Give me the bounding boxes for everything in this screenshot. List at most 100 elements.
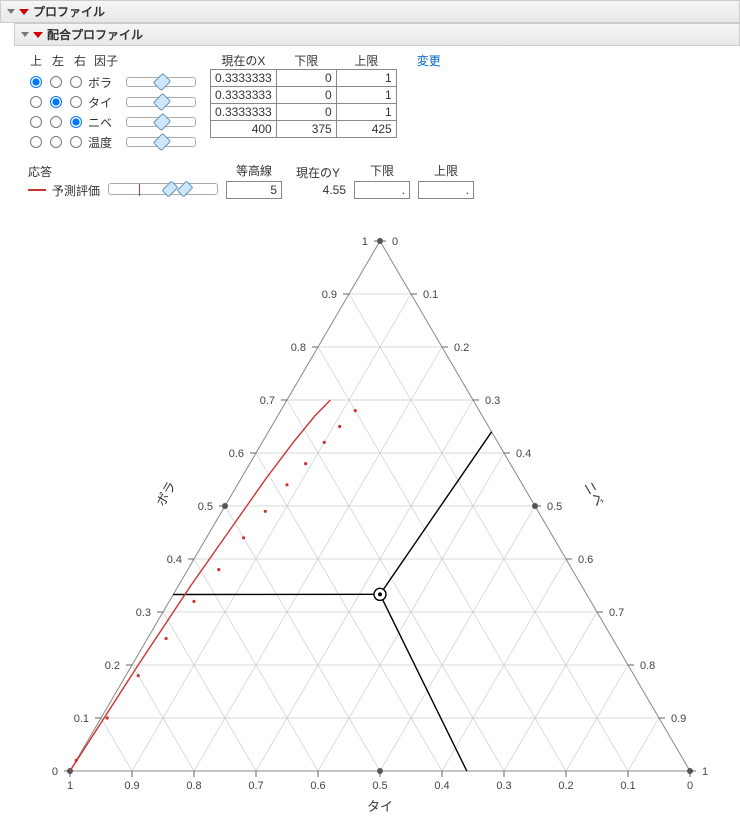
factor-row: ボラ [28, 72, 196, 92]
th-lower: 下限 [276, 52, 336, 70]
col-top: 上 [28, 52, 44, 69]
radio-top[interactable] [30, 116, 42, 128]
radio-left[interactable] [50, 116, 62, 128]
cell-lower[interactable]: 0 [276, 87, 336, 104]
cell-currentx[interactable]: 400 [211, 121, 277, 138]
svg-text:0.6: 0.6 [229, 448, 244, 460]
svg-text:タイ: タイ [367, 799, 393, 814]
cell-currentx[interactable]: 0.3333333 [211, 87, 277, 104]
svg-text:0.9: 0.9 [322, 289, 337, 301]
disclosure-icon[interactable] [7, 9, 15, 14]
svg-text:ニベ: ニベ [581, 479, 607, 509]
svg-text:0.6: 0.6 [578, 554, 593, 566]
response-header: 応答 [28, 163, 80, 180]
factor-row: タイ [28, 92, 196, 112]
radio-top[interactable] [30, 96, 42, 108]
svg-text:0.4: 0.4 [434, 780, 449, 792]
svg-text:0: 0 [392, 236, 398, 248]
resp-upper-input[interactable]: . [418, 181, 474, 199]
table-row: 0.333333301 [211, 70, 397, 87]
radio-right[interactable] [70, 116, 82, 128]
change-link[interactable]: 変更 [417, 52, 441, 69]
currenty-label: 現在のY [296, 164, 340, 181]
table-row: 0.333333301 [211, 87, 397, 104]
svg-text:0.5: 0.5 [372, 780, 387, 792]
response-row: 応答 予測評価 . 等高線 5 現在のY 4.55 下限 . 上限 . [0, 158, 740, 203]
ternary-svg: 00.10.20.30.40.50.60.70.80.9100.10.20.30… [10, 211, 730, 821]
profile-panel-header[interactable]: プロファイル [0, 0, 740, 23]
cell-upper[interactable]: 1 [336, 87, 396, 104]
factor-slider[interactable] [126, 117, 196, 127]
factor-slider[interactable] [126, 137, 196, 147]
radio-left[interactable] [50, 76, 62, 88]
resp-lower-label: 下限 [370, 162, 394, 179]
cell-lower[interactable]: 0 [276, 70, 336, 87]
factor-row: ニベ [28, 112, 196, 132]
radio-right[interactable] [70, 136, 82, 148]
factor-name: 温度 [88, 134, 122, 151]
response-slider[interactable] [108, 183, 218, 195]
cell-upper[interactable]: 1 [336, 104, 396, 121]
factor-controls: 上 左 右 因子 ボラタイニベ温度 現在のX 下限 上限 0.333333301… [0, 46, 740, 158]
svg-text:0.3: 0.3 [496, 780, 511, 792]
svg-text:0.1: 0.1 [74, 713, 89, 725]
svg-text:1: 1 [67, 780, 73, 792]
currenty-value: 4.55 [290, 183, 346, 197]
response-swatch-icon [28, 189, 46, 191]
svg-text:0: 0 [687, 780, 693, 792]
svg-text:1: 1 [702, 766, 708, 778]
cell-lower[interactable]: 375 [276, 121, 336, 138]
table-row: 400375425 [211, 121, 397, 138]
svg-text:0.7: 0.7 [260, 395, 275, 407]
menu-triangle-icon[interactable] [19, 9, 29, 15]
svg-text:0.8: 0.8 [186, 780, 201, 792]
svg-text:0: 0 [52, 766, 58, 778]
svg-text:0.8: 0.8 [640, 660, 655, 672]
radio-top[interactable] [30, 136, 42, 148]
disclosure-icon[interactable] [21, 32, 29, 37]
factor-radio-column: 上 左 右 因子 ボラタイニベ温度 [28, 52, 196, 152]
svg-text:0.4: 0.4 [167, 554, 182, 566]
table-row: 0.333333301 [211, 104, 397, 121]
cell-currentx[interactable]: 0.3333333 [211, 70, 277, 87]
contour-input[interactable]: 5 [226, 181, 282, 199]
factor-name: ボラ [88, 74, 122, 91]
svg-text:0.6: 0.6 [310, 780, 325, 792]
svg-text:ボラ: ボラ [153, 479, 179, 509]
cell-lower[interactable]: 0 [276, 104, 336, 121]
factor-slider[interactable] [126, 77, 196, 87]
radio-right[interactable] [70, 96, 82, 108]
svg-text:0.3: 0.3 [136, 607, 151, 619]
factor-value-table: 現在のX 下限 上限 0.3333333010.3333333010.33333… [210, 52, 397, 138]
response-name: 予測評価 [52, 182, 100, 199]
radio-top[interactable] [30, 76, 42, 88]
radio-right[interactable] [70, 76, 82, 88]
svg-text:0.9: 0.9 [124, 780, 139, 792]
resp-upper-label: 上限 [434, 162, 458, 179]
factor-name: ニベ [88, 114, 122, 131]
svg-text:0.2: 0.2 [105, 660, 120, 672]
mixture-profile-panel-header[interactable]: 配合プロファイル [14, 23, 740, 46]
ternary-chart: 00.10.20.30.40.50.60.70.80.9100.10.20.30… [0, 203, 740, 832]
factor-header-row: 上 左 右 因子 [28, 52, 196, 69]
col-right: 右 [72, 52, 88, 69]
th-upper: 上限 [336, 52, 396, 70]
menu-triangle-icon[interactable] [33, 32, 43, 38]
factor-row: 温度 [28, 132, 196, 152]
resp-lower-input[interactable]: . [354, 181, 410, 199]
cell-upper[interactable]: 425 [336, 121, 396, 138]
svg-text:0.5: 0.5 [547, 501, 562, 513]
cell-currentx[interactable]: 0.3333333 [211, 104, 277, 121]
svg-text:0.1: 0.1 [423, 289, 438, 301]
profile-title: プロファイル [33, 3, 105, 20]
cell-upper[interactable]: 1 [336, 70, 396, 87]
svg-text:0.1: 0.1 [620, 780, 635, 792]
mixture-profile-title: 配合プロファイル [47, 26, 143, 43]
svg-text:0.4: 0.4 [516, 448, 531, 460]
factor-slider[interactable] [126, 97, 196, 107]
col-left: 左 [50, 52, 66, 69]
radio-left[interactable] [50, 136, 62, 148]
svg-text:0.8: 0.8 [291, 342, 306, 354]
svg-text:0.3: 0.3 [485, 395, 500, 407]
radio-left[interactable] [50, 96, 62, 108]
